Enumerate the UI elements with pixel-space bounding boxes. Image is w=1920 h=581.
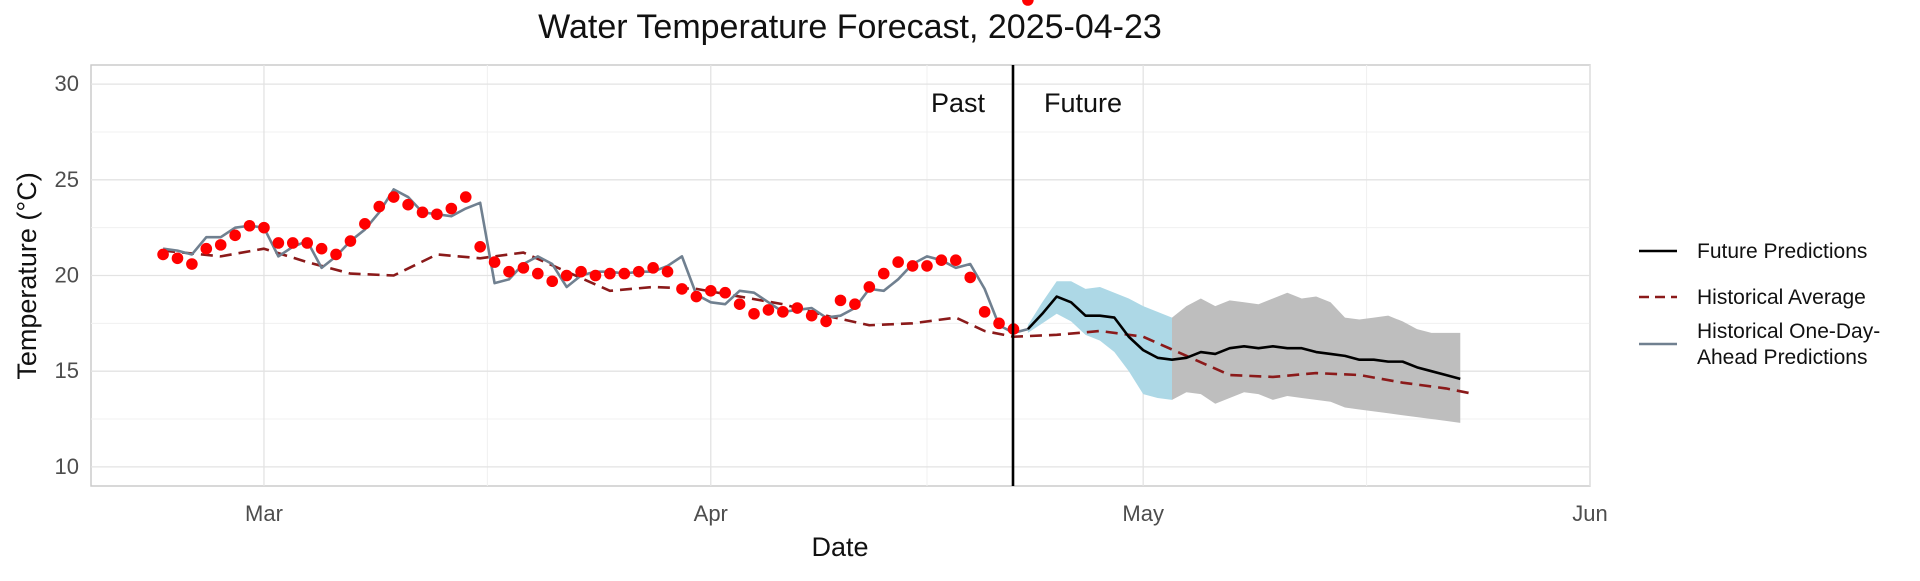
legend: Future Predictions Historical Average Hi… [1639, 240, 1880, 369]
observed-point [777, 306, 789, 318]
observed-point [359, 218, 371, 230]
observed-point [171, 252, 184, 265]
observed-point [733, 298, 746, 311]
legend-item-future: Future Predictions [1639, 240, 1867, 263]
y-tick-label: 30 [55, 71, 79, 96]
observed-point [243, 219, 256, 232]
x-tick-label: Apr [694, 501, 728, 526]
observed-point [200, 242, 213, 255]
observed-point [186, 258, 198, 270]
observed-point [503, 265, 515, 278]
observed-point [935, 254, 948, 266]
legend-item-one-day-ahead: Historical One-Day- Ahead Predictions [1639, 320, 1880, 369]
observed-point [834, 294, 847, 307]
observed-point [387, 191, 400, 203]
legend-label-historical-average: Historical Average [1697, 286, 1866, 309]
observed-point [315, 242, 328, 255]
observed-point [719, 286, 731, 299]
legend-label-one-day-ahead-line2: Ahead Predictions [1697, 346, 1867, 369]
x-tick-label: Mar [245, 501, 283, 526]
past-annotation: Past [931, 88, 986, 118]
observed-point [704, 285, 717, 297]
observed-point [906, 260, 919, 272]
observed-point [589, 269, 602, 282]
observed-point [546, 275, 559, 288]
observed-point [272, 237, 285, 249]
legend-label-future: Future Predictions [1697, 240, 1867, 263]
observed-point [892, 256, 904, 268]
observed-point [286, 237, 299, 249]
observed-point [157, 248, 169, 261]
observed-point [647, 262, 659, 274]
observed-point [849, 298, 861, 311]
observed-point [214, 239, 227, 251]
observed-point [762, 304, 775, 316]
observed-point [921, 260, 933, 272]
observed-point [950, 254, 962, 266]
observed-point [474, 240, 486, 253]
observed-point [690, 290, 703, 303]
observed-point [560, 269, 573, 282]
legend-item-historical-average: Historical Average [1639, 286, 1866, 309]
observed-point [993, 317, 1005, 330]
observed-point [877, 267, 890, 280]
observed-point [805, 309, 818, 322]
observed-point [488, 256, 501, 268]
observed-point [964, 271, 977, 284]
y-tick-label: 20 [55, 263, 79, 288]
observed-point [676, 283, 688, 295]
y-tick-label: 15 [55, 358, 79, 383]
observed-point [618, 267, 631, 280]
y-axis-title: Temperature (°C) [12, 172, 42, 379]
observed-point [532, 267, 544, 280]
observed-point [416, 206, 429, 219]
observed-point [978, 306, 991, 318]
y-tick-label: 10 [55, 454, 79, 479]
observed-point [575, 265, 587, 278]
observed-point [330, 248, 342, 261]
chart-stage: Water Temperature Forecast, 2025-04-23 P… [0, 0, 1920, 576]
legend-label-one-day-ahead-line1: Historical One-Day- [1697, 320, 1880, 343]
observed-point [445, 202, 458, 215]
observed-point [863, 281, 876, 293]
future-annotation: Future [1044, 88, 1122, 118]
observed-point [229, 229, 241, 242]
chart-svg: Water Temperature Forecast, 2025-04-23 P… [12, 0, 1880, 562]
observed-point [632, 265, 645, 278]
y-tick-label: 25 [55, 167, 79, 192]
observed-point [820, 315, 832, 328]
x-tick-label: Jun [1572, 501, 1607, 526]
observed-point [431, 208, 443, 221]
x-axis-title: Date [811, 532, 868, 562]
observed-point [373, 200, 386, 213]
observed-point [301, 237, 314, 249]
x-tick-label: May [1122, 501, 1164, 526]
observed-point [791, 302, 804, 314]
observed-point [459, 191, 472, 203]
observed-point [661, 265, 674, 278]
observed-point [402, 198, 414, 211]
observed-point [344, 235, 357, 247]
observed-point [517, 262, 530, 274]
observed-point [1022, 0, 1034, 6]
observed-point [258, 221, 270, 234]
observed-point [748, 307, 760, 320]
chart-title: Water Temperature Forecast, 2025-04-23 [538, 8, 1162, 46]
observed-point [604, 267, 616, 280]
